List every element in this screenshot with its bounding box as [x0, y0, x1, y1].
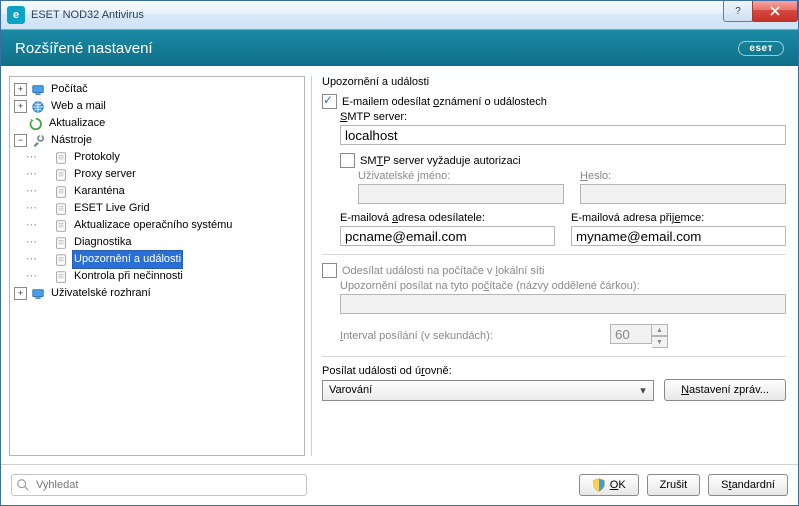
window-buttons: ?	[724, 1, 798, 21]
tree-node-6[interactable]: ⋯Karanténa	[10, 183, 304, 200]
doc-icon	[53, 167, 69, 183]
sender-label: E-mailová adresa odesílatele:	[340, 212, 555, 224]
nav-tree[interactable]: +Počítač+Web a mailAktualizace−Nástroje⋯…	[9, 76, 305, 456]
tree-node-7[interactable]: ⋯ESET Live Grid	[10, 200, 304, 217]
tree-label: Aktualizace	[47, 115, 107, 132]
tree-node-5[interactable]: ⋯Proxy server	[10, 166, 304, 183]
message-settings-button[interactable]: Nastavení zpráv...	[664, 379, 786, 401]
app-icon: e	[7, 6, 25, 24]
interval-spinner: ▲ ▼	[610, 324, 670, 348]
tree-node-0[interactable]: + Počítač	[10, 81, 304, 98]
help-button[interactable]: ?	[723, 1, 753, 22]
close-button[interactable]	[752, 1, 798, 22]
tree-label: Karanténa	[72, 183, 127, 200]
ok-button[interactable]: OK	[579, 474, 639, 496]
tree-label: Aktualizace operačního systému	[72, 217, 234, 234]
doc-icon	[53, 184, 69, 200]
globe-icon	[30, 99, 46, 115]
sidebar: +Počítač+Web a mailAktualizace−Nástroje⋯…	[9, 76, 305, 456]
tree-toggle-icon[interactable]: −	[14, 134, 27, 147]
tools-icon	[30, 133, 46, 149]
lan-checkbox-label: Odesílat události na počítače v lokální …	[342, 265, 544, 277]
tree-label: Protokoly	[72, 149, 122, 166]
body: +Počítač+Web a mailAktualizace−Nástroje⋯…	[1, 66, 798, 464]
tree-node-4[interactable]: ⋯Protokoly	[10, 149, 304, 166]
tree-label: Kontrola při nečinnosti	[72, 268, 185, 285]
search-box[interactable]	[11, 474, 307, 496]
tree-node-1[interactable]: + Web a mail	[10, 98, 304, 115]
tree-label: ESET Live Grid	[72, 200, 152, 217]
tree-toggle-icon[interactable]: +	[14, 100, 27, 113]
cancel-button[interactable]: Zrušit	[647, 474, 701, 496]
eset-logo: eseт	[738, 41, 784, 56]
tree-label: Diagnostika	[72, 234, 133, 251]
username-label: Uživatelské jméno:	[358, 170, 564, 182]
level-value: Varování	[329, 384, 372, 396]
footer: OK Zrušit Standardní	[1, 464, 798, 505]
tree-node-11[interactable]: ⋯Kontrola při nečinnosti	[10, 268, 304, 285]
doc-icon	[53, 235, 69, 251]
interval-input	[610, 324, 652, 344]
tree-toggle-icon[interactable]: +	[14, 83, 27, 96]
lan-targets-input	[340, 294, 786, 314]
auth-row: SMTP server vyžaduje autorizaci	[340, 153, 786, 168]
tree-node-2[interactable]: Aktualizace	[10, 115, 304, 132]
tree-label: Nástroje	[49, 132, 94, 149]
content-panel: Upozornění a události E-mailem odesílat …	[311, 76, 790, 456]
computer-icon	[30, 286, 46, 302]
search-icon	[16, 478, 30, 492]
interval-down: ▼	[652, 336, 668, 348]
username-input	[358, 184, 564, 204]
computer-icon	[30, 82, 46, 98]
tree-label: Upozornění a události	[72, 250, 183, 269]
tree-node-8[interactable]: ⋯Aktualizace operačního systému	[10, 217, 304, 234]
tree-label: Počítač	[49, 81, 90, 98]
interval-up: ▲	[652, 324, 668, 336]
email-notify-row: E-mailem odesílat oznámení o událostech	[322, 94, 786, 109]
interval-label: Interval posílání (v sekundách):	[340, 330, 493, 342]
doc-icon	[53, 150, 69, 166]
lan-row: Odesílat události na počítače v lokální …	[322, 263, 786, 278]
doc-icon	[53, 201, 69, 217]
tree-label: Proxy server	[72, 166, 138, 183]
advanced-settings-window: e ESET NOD32 Antivirus ? Rozšířené nasta…	[0, 0, 799, 506]
section-title: Upozornění a události	[322, 76, 786, 88]
password-input	[580, 184, 786, 204]
page-title: Rozšířené nastavení	[15, 40, 153, 57]
email-checkbox[interactable]	[322, 94, 337, 109]
level-select[interactable]: Varování ▾	[322, 380, 654, 401]
tree-node-3[interactable]: − Nástroje	[10, 132, 304, 149]
auth-checkbox-label: SMTP server vyžaduje autorizaci	[360, 155, 521, 167]
header-bar: Rozšířené nastavení eseт	[1, 30, 798, 66]
chevron-down-icon: ▾	[635, 384, 651, 397]
titlebar: e ESET NOD32 Antivirus ?	[1, 1, 798, 30]
doc-icon	[53, 269, 69, 285]
tree-node-9[interactable]: ⋯Diagnostika	[10, 234, 304, 251]
doc-icon	[53, 218, 69, 234]
email-checkbox-label: E-mailem odesílat oznámení o událostech	[342, 96, 547, 108]
recipient-label: E-mailová adresa přijemce:	[571, 212, 786, 224]
doc-icon	[53, 252, 69, 268]
tree-node-10[interactable]: ⋯Upozornění a události	[10, 251, 304, 268]
recipient-input[interactable]	[571, 226, 786, 246]
default-button[interactable]: Standardní	[708, 474, 788, 496]
lan-targets-label: Upozornění posílat na tyto počítače (náz…	[340, 280, 786, 292]
tree-node-12[interactable]: + Uživatelské rozhraní	[10, 285, 304, 302]
sender-input[interactable]	[340, 226, 555, 246]
search-input[interactable]	[34, 478, 302, 492]
auth-checkbox[interactable]	[340, 153, 355, 168]
level-label: Posílat události od úrovně:	[322, 365, 786, 377]
tree-label: Web a mail	[49, 98, 108, 115]
tree-label: Uživatelské rozhraní	[49, 285, 153, 302]
refresh-icon	[28, 116, 44, 132]
window-title: ESET NOD32 Antivirus	[31, 9, 144, 21]
smtp-input[interactable]	[340, 125, 786, 145]
shield-icon	[592, 478, 606, 492]
tree-toggle-icon[interactable]: +	[14, 287, 27, 300]
lan-checkbox[interactable]	[322, 263, 337, 278]
smtp-label: SMTP server:	[340, 111, 786, 123]
password-label: Heslo:	[580, 170, 786, 182]
